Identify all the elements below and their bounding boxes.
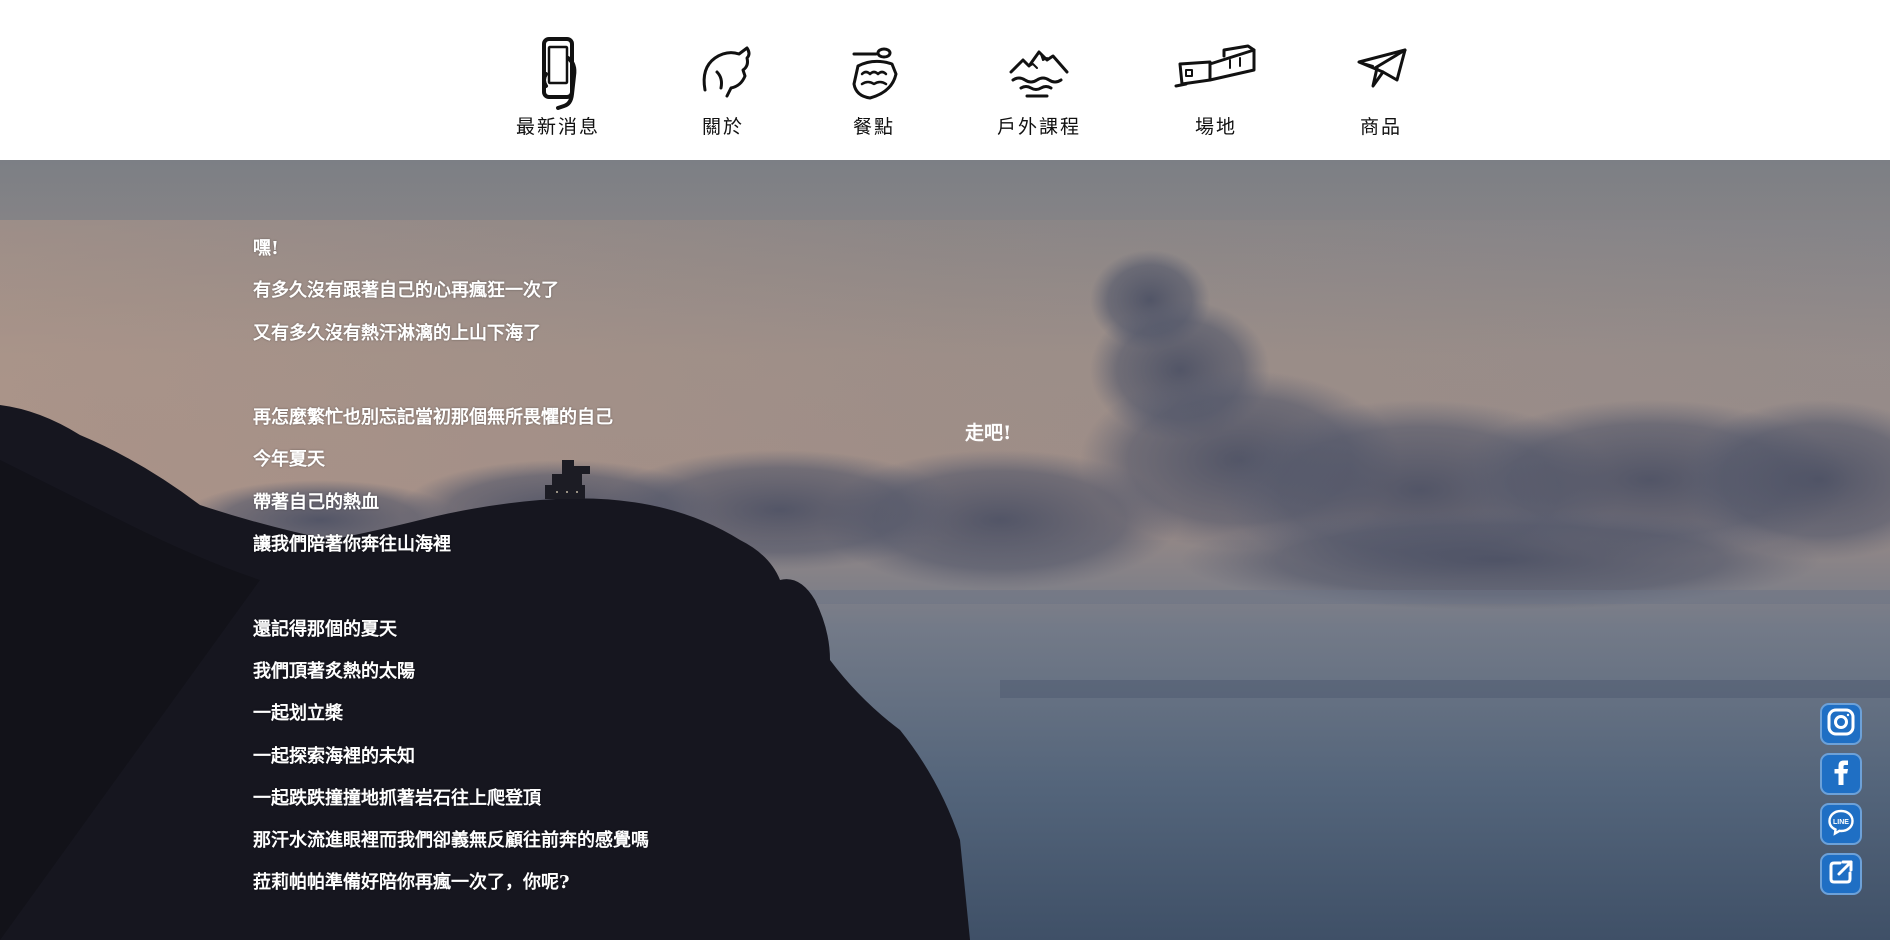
story-line: 還記得那個的夏天 (253, 618, 397, 640)
story-line: 一起划立槳 (253, 703, 343, 725)
story-line: 讓我們陪著你奔往山海裡 (253, 534, 451, 556)
story-line: 有多久沒有跟著自己的心再瘋狂一次了 (253, 280, 559, 302)
share-icon (1826, 857, 1856, 891)
line-button[interactable]: LINE (1820, 803, 1862, 845)
smartphone-icon (516, 34, 600, 110)
story-spacer (253, 355, 649, 397)
story-line: 我們頂著炙熱的太陽 (253, 660, 415, 682)
story-line: 菈莉帕帕準備好陪你再瘋一次了，你呢? (253, 872, 570, 894)
building-icon (1174, 34, 1258, 110)
profile-icon (681, 34, 765, 110)
story-line: 帶著自己的熱血 (253, 491, 379, 513)
site-header: 最新消息 關於 餐點 戶外課程 場地 商品 (0, 0, 1890, 160)
nav-item-meals[interactable]: 餐點 (809, 34, 939, 139)
nav-label: 餐點 (852, 116, 895, 138)
nav-item-news[interactable]: 最新消息 (493, 34, 623, 139)
story-line: 今年夏天 (253, 449, 325, 471)
story-line: 再怎麼繁忙也別忘記當初那個無所畏懼的自己 (253, 407, 613, 429)
nav-item-about[interactable]: 關於 (658, 34, 788, 139)
story-text: 嘿! 有多久沒有跟著自己的心再瘋狂一次了 又有多久沒有熱汗淋漓的上山下海了 再怎… (253, 228, 649, 905)
nav-label: 最新消息 (515, 116, 600, 138)
line-icon: LINE (1826, 807, 1856, 841)
line-icon-label: LINE (1833, 819, 1849, 826)
hero-section: 嘿! 有多久沒有跟著自己的心再瘋狂一次了 又有多久沒有熱汗淋漓的上山下海了 再怎… (0, 160, 1890, 940)
nav-label: 戶外課程 (996, 116, 1081, 138)
nav-label: 關於 (701, 116, 744, 138)
story-line: 又有多久沒有熱汗淋漓的上山下海了 (253, 322, 541, 344)
story-line: 嘿! (253, 238, 279, 259)
facebook-button[interactable] (1820, 753, 1862, 795)
facebook-icon (1826, 757, 1856, 791)
story-line: 一起跌跌撞撞地抓著岩石往上爬登頂 (253, 787, 541, 809)
paper-plane-icon (1339, 34, 1423, 110)
share-button[interactable] (1820, 853, 1862, 895)
nav-label: 商品 (1359, 116, 1402, 138)
callout-text: 走吧! (965, 422, 1012, 444)
meal-icon (832, 34, 916, 110)
story-line: 一起探索海裡的未知 (253, 745, 415, 767)
nav-label: 場地 (1194, 116, 1237, 138)
nav-item-venue[interactable]: 場地 (1151, 34, 1281, 139)
instagram-button[interactable] (1820, 703, 1862, 745)
story-spacer (253, 566, 649, 608)
instagram-icon (1826, 707, 1856, 741)
nav-item-outdoor-courses[interactable]: 戶外課程 (974, 34, 1104, 139)
nav-item-products[interactable]: 商品 (1316, 34, 1446, 139)
story-line: 那汗水流進眼裡而我們卻義無反顧往前奔的感覺嗎 (253, 830, 649, 852)
mountain-icon (997, 34, 1081, 110)
